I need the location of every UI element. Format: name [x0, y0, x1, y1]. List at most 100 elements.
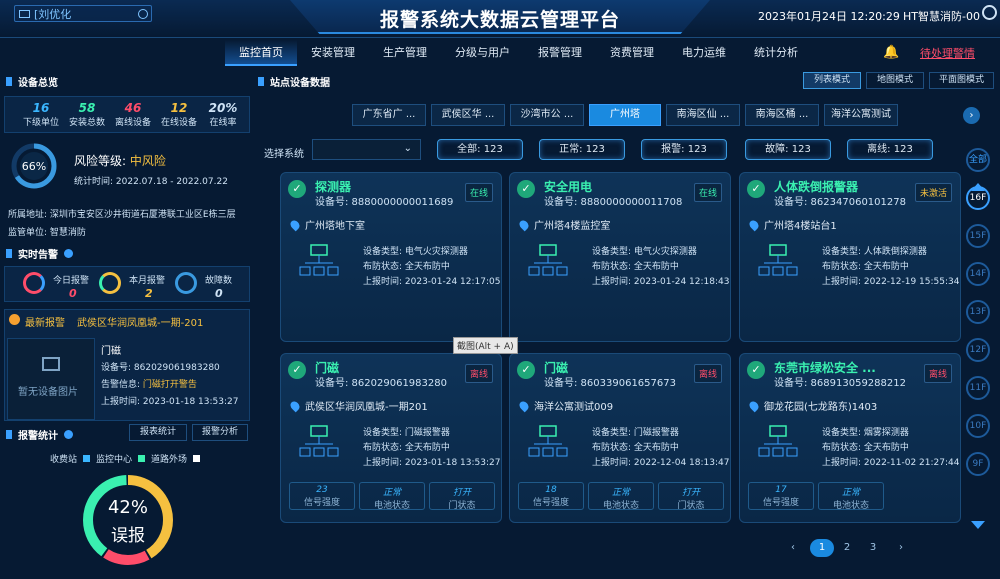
site-tab[interactable]: 沙湾市公 ... [510, 104, 584, 126]
report-stats-button[interactable]: 报表统计 [129, 424, 187, 441]
floor-button[interactable]: 11F [966, 376, 990, 400]
device-metric: 打开 门状态 [658, 482, 724, 511]
floorplan-mode-button[interactable]: 平面图模式 [929, 72, 994, 89]
floor-button[interactable]: 12F [966, 338, 990, 362]
company-name[interactable]: HT智慧消防-00 [903, 8, 980, 24]
network-device-icon [758, 425, 798, 457]
chevron-down-icon: ⌄ [403, 143, 412, 154]
page-2[interactable]: 2 [836, 539, 858, 557]
realtime-title: 实时告警 [6, 246, 73, 261]
nav-item-production[interactable]: 生产管理 [369, 40, 441, 66]
device-metric: 23 信号强度 [289, 482, 355, 510]
floor-button[interactable]: 14F [966, 262, 990, 286]
system-select[interactable]: ⌄ [312, 139, 421, 160]
device-location: 广州塔4楼站台1 [747, 217, 837, 232]
floor-button[interactable]: 全部 [966, 148, 990, 172]
map-mode-button[interactable]: 地图模式 [866, 72, 924, 89]
location-pin-icon [747, 399, 761, 412]
search-input[interactable]: [刘优化 [14, 5, 152, 22]
donut-legend: 收费站 监控中心 道路外场 [50, 452, 201, 465]
help-icon[interactable] [64, 430, 73, 439]
filter-fault-button[interactable]: 故障: 123 [745, 139, 831, 160]
nav-item-users[interactable]: 分级与用户 [441, 40, 524, 66]
device-card[interactable]: ✓ 探测器 设备号: 8880000000011689 在线 广州塔地下室 设备类型: 电… [280, 172, 502, 342]
latest-report-time: 上报时间: 2023-01-18 13:53:27 [101, 397, 239, 407]
legend-swatch [138, 455, 146, 462]
site-tab[interactable]: 南海区桶 ... [745, 104, 819, 126]
floor-button[interactable]: 10F [966, 414, 990, 438]
nav-item-billing[interactable]: 资费管理 [596, 40, 668, 66]
nav-item-home[interactable]: 监控首页 [225, 40, 297, 66]
nav-item-install[interactable]: 安装管理 [297, 40, 369, 66]
site-tab[interactable]: 广东省广 ... [352, 104, 426, 126]
site-tab-active[interactable]: 广州塔 [589, 104, 661, 126]
floor-down-icon[interactable] [971, 521, 985, 529]
bookmark-icon [258, 77, 264, 86]
list-mode-button[interactable]: 列表模式 [803, 72, 861, 89]
pending-alarms-link[interactable]: 待处理警情 [920, 45, 975, 61]
device-card[interactable]: ✓ 门磁 设备号: 862029061983280 离线 武侯区华润凤凰城-一期201 设… [280, 353, 502, 523]
help-icon[interactable] [64, 249, 73, 258]
legend-swatch [83, 455, 91, 462]
device-location: 广州塔地下室 [288, 217, 365, 232]
site-tab[interactable]: 南海区仙 ... [666, 104, 740, 126]
page-3[interactable]: 3 [862, 539, 884, 557]
device-card[interactable]: ✓ 门磁 设备号: 860339061657673 离线 海洋公寓测试009 设备类型: … [509, 353, 731, 523]
site-tab[interactable]: 海洋公寓测试 [824, 104, 898, 126]
device-info: 设备类型: 门磁报警器 布防状态: 全天布防中 上报时间: 2023-01-18 1… [363, 428, 501, 468]
latest-alarm-place: 武侯区华润凤凰城-一期-201 [77, 318, 204, 329]
search-text: [刘优化 [34, 7, 72, 21]
donut-percent: 42% [107, 497, 148, 518]
device-card[interactable]: ✓ 人体跌倒报警器 设备号: 862347060101278 未激活 广州塔4楼站台1 设… [739, 172, 961, 342]
filter-alarm-button[interactable]: 报警: 123 [641, 139, 727, 160]
nav-item-power[interactable]: 电力运维 [668, 40, 740, 66]
device-no: 设备号: 862347060101278 [774, 197, 906, 208]
device-metric: 正常 电池状态 [818, 482, 884, 511]
page-1[interactable]: 1 [810, 539, 834, 557]
risk-percent: 66% [21, 160, 47, 173]
screenshot-tooltip: 截图(Alt + A) [453, 337, 518, 354]
network-device-icon [528, 425, 568, 457]
filter-all-button[interactable]: 全部: 123 [437, 139, 523, 160]
floor-button[interactable]: 13F [966, 300, 990, 324]
filter-offline-button[interactable]: 离线: 123 [847, 139, 933, 160]
filter-normal-button[interactable]: 正常: 123 [539, 139, 625, 160]
stat-online-rate: 20% 在线率 [208, 101, 238, 128]
fault-value: 0 [215, 287, 223, 300]
latest-device-name: 门磁 [101, 346, 121, 357]
next-page-icon[interactable]: › [890, 539, 912, 557]
nav-item-stats[interactable]: 统计分析 [740, 40, 812, 66]
stat-subunits: 16 下级单位 [22, 101, 59, 128]
mail-icon [19, 9, 30, 18]
device-card[interactable]: ✓ 东莞市绿松安全 ... 设备号: 868913059288212 离线 御龙花园(七… [739, 353, 961, 523]
latest-device-no: 设备号: 862029061983280 [101, 363, 220, 373]
address: 所属地址: 深圳市宝安区沙井街道石厦港联工业区E栋三层 [8, 210, 236, 220]
month-alarm-value: 2 [145, 287, 153, 300]
risk-level: 风险等级: 中风险 [74, 154, 166, 168]
gear-icon[interactable] [982, 5, 997, 20]
network-device-icon [528, 244, 568, 276]
network-device-icon [299, 244, 339, 276]
alarm-analysis-button[interactable]: 报警分析 [192, 424, 248, 441]
overview-stats: 16 下级单位 58 安装总数 46 离线设备 12 在线设备 20% 在线率 [4, 96, 250, 133]
play-icon[interactable] [138, 8, 148, 19]
month-gauge-icon [99, 272, 121, 294]
bookmark-icon [6, 249, 12, 258]
device-card[interactable]: ✓ 安全用电 设备号: 8880000000011708 在线 广州塔4楼监控室 设备类型… [509, 172, 731, 342]
floor-button[interactable]: 15F [966, 224, 990, 248]
prev-page-icon[interactable]: ‹ [782, 539, 804, 557]
bell-icon[interactable]: 🔔 [883, 45, 899, 60]
site-tab[interactable]: 武侯区华 ... [431, 104, 505, 126]
system-select-label: 选择系统 [264, 149, 304, 160]
status-badge: 在线 [693, 183, 722, 202]
check-icon: ✓ [747, 361, 765, 379]
floor-button[interactable]: 9F [966, 452, 990, 476]
legend-toll: 收费站 [50, 455, 78, 465]
location-pin-icon [288, 399, 302, 412]
stat-online: 12 在线设备 [160, 101, 197, 128]
supervision-unit: 监管单位: 智慧消防 [8, 228, 86, 238]
next-tabs-icon[interactable]: › [963, 107, 980, 124]
gear-alarm-icon [9, 314, 20, 325]
floor-button[interactable]: 16F [966, 186, 990, 210]
nav-item-alarms[interactable]: 报警管理 [524, 40, 596, 66]
